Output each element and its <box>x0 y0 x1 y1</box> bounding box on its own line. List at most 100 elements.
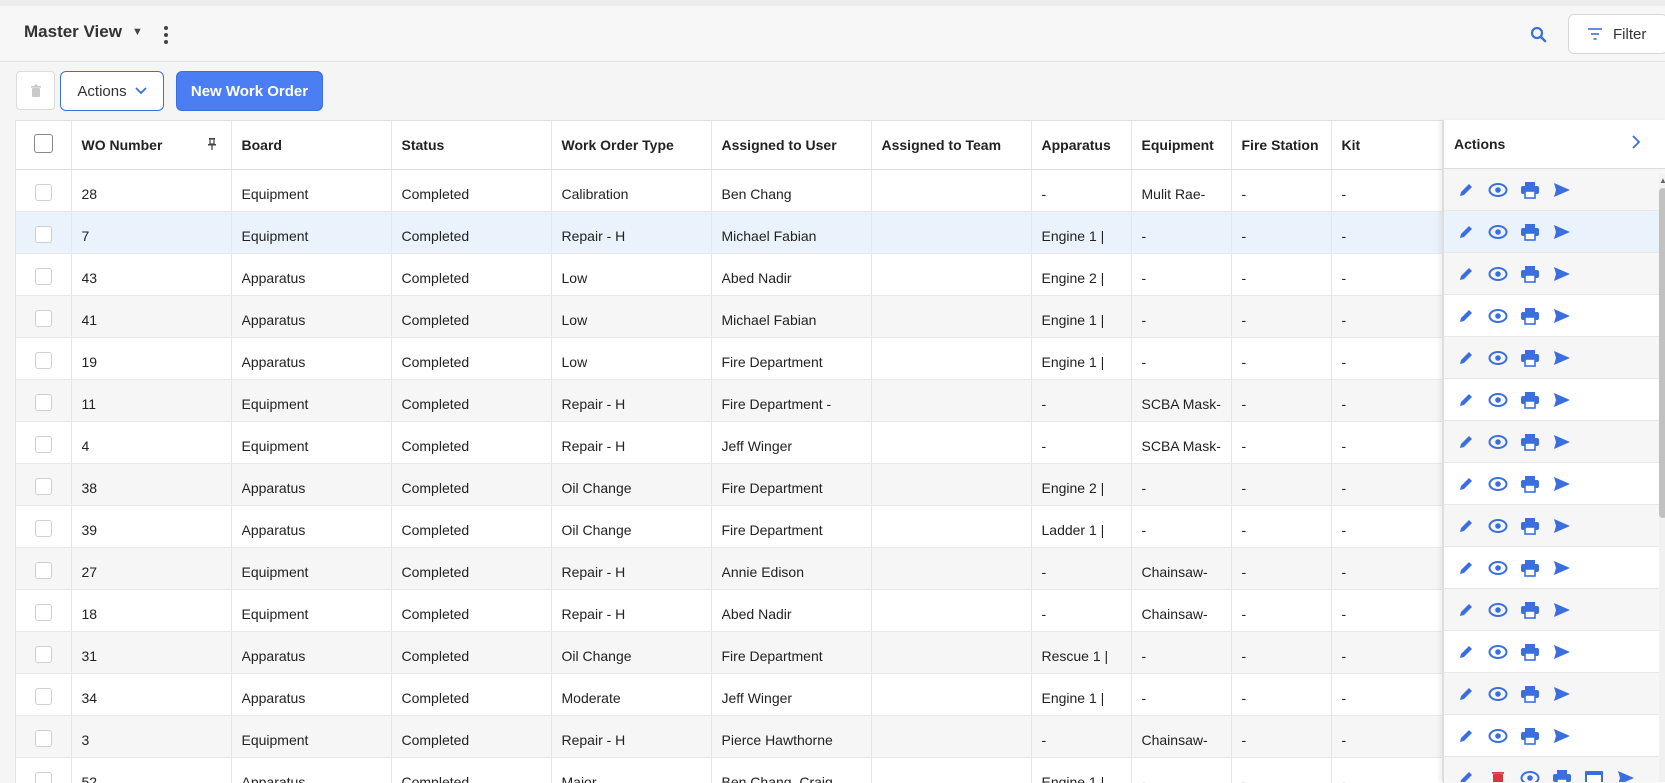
view-icon[interactable] <box>1488 642 1508 662</box>
edit-icon[interactable] <box>1456 306 1476 326</box>
send-icon[interactable] <box>1552 684 1572 704</box>
edit-icon[interactable] <box>1456 684 1476 704</box>
send-icon[interactable] <box>1552 474 1572 494</box>
send-icon[interactable] <box>1552 432 1572 452</box>
column-header-kit[interactable]: Kit <box>1331 121 1443 169</box>
send-icon[interactable] <box>1552 642 1572 662</box>
print-icon[interactable] <box>1520 684 1540 704</box>
chevron-right-icon[interactable] <box>1632 135 1641 152</box>
table-row[interactable]: 39ApparatusCompletedOil ChangeFire Depar… <box>16 505 1443 547</box>
row-checkbox[interactable] <box>35 520 52 537</box>
edit-icon[interactable] <box>1456 516 1476 536</box>
edit-icon[interactable] <box>1456 180 1476 200</box>
row-checkbox[interactable] <box>35 688 52 705</box>
print-icon[interactable] <box>1520 348 1540 368</box>
scrollbar-thumb[interactable] <box>1659 188 1665 518</box>
view-icon[interactable] <box>1488 474 1508 494</box>
view-icon[interactable] <box>1488 726 1508 746</box>
more-options-icon[interactable] <box>158 24 174 46</box>
print-icon[interactable] <box>1520 390 1540 410</box>
column-header-apparatus[interactable]: Apparatus <box>1031 121 1131 169</box>
edit-icon[interactable] <box>1456 264 1476 284</box>
table-row[interactable]: 7EquipmentCompletedRepair - HMichael Fab… <box>16 211 1443 253</box>
send-icon[interactable] <box>1616 768 1636 783</box>
table-row[interactable]: 3EquipmentCompletedRepair - HPierce Hawt… <box>16 715 1443 757</box>
view-icon[interactable] <box>1488 390 1508 410</box>
send-icon[interactable] <box>1552 222 1572 242</box>
table-row[interactable]: 41ApparatusCompletedLowMichael FabianEng… <box>16 295 1443 337</box>
view-icon[interactable] <box>1488 600 1508 620</box>
edit-icon[interactable] <box>1456 726 1476 746</box>
table-row[interactable]: 19ApparatusCompletedLowFire Department A… <box>16 337 1443 379</box>
row-checkbox[interactable] <box>35 352 52 369</box>
edit-icon[interactable] <box>1456 222 1476 242</box>
table-row[interactable]: 28EquipmentCompletedCalibrationBen Chang… <box>16 169 1443 211</box>
view-icon[interactable] <box>1488 180 1508 200</box>
pin-icon[interactable] <box>207 137 217 154</box>
print-icon[interactable] <box>1552 768 1572 783</box>
edit-icon[interactable] <box>1456 558 1476 578</box>
edit-icon[interactable] <box>1456 600 1476 620</box>
view-icon[interactable] <box>1488 516 1508 536</box>
row-checkbox[interactable] <box>35 730 52 747</box>
column-header-status[interactable]: Status <box>391 121 551 169</box>
edit-icon[interactable] <box>1456 642 1476 662</box>
row-checkbox[interactable] <box>35 184 52 201</box>
table-row[interactable]: 38ApparatusCompletedOil ChangeFire Depar… <box>16 463 1443 505</box>
view-icon[interactable] <box>1488 222 1508 242</box>
row-checkbox[interactable] <box>35 562 52 579</box>
row-checkbox[interactable] <box>35 436 52 453</box>
send-icon[interactable] <box>1552 558 1572 578</box>
delete-icon[interactable] <box>1488 768 1508 783</box>
table-row[interactable]: 31ApparatusCompletedOil ChangeFire Depar… <box>16 631 1443 673</box>
edit-icon[interactable] <box>1456 768 1476 783</box>
row-checkbox[interactable] <box>35 772 52 783</box>
print-icon[interactable] <box>1520 726 1540 746</box>
send-icon[interactable] <box>1552 390 1572 410</box>
print-icon[interactable] <box>1520 180 1540 200</box>
print-icon[interactable] <box>1520 222 1540 242</box>
print-icon[interactable] <box>1520 306 1540 326</box>
row-checkbox[interactable] <box>35 478 52 495</box>
new-work-order-button[interactable]: New Work Order <box>176 71 323 111</box>
view-icon[interactable] <box>1488 348 1508 368</box>
row-checkbox[interactable] <box>35 268 52 285</box>
column-header-fire-station[interactable]: Fire Station <box>1231 121 1331 169</box>
edit-icon[interactable] <box>1456 348 1476 368</box>
column-header-wo-number[interactable]: WO Number <box>71 121 231 169</box>
actions-dropdown[interactable]: Actions <box>60 71 164 111</box>
delete-button[interactable] <box>16 71 55 110</box>
print-icon[interactable] <box>1520 432 1540 452</box>
column-header-assigned-team[interactable]: Assigned to Team <box>871 121 1031 169</box>
table-row[interactable]: 27EquipmentCompletedRepair - HAnnie Edis… <box>16 547 1443 589</box>
send-icon[interactable] <box>1552 180 1572 200</box>
print-icon[interactable] <box>1520 642 1540 662</box>
view-icon[interactable] <box>1488 306 1508 326</box>
view-icon[interactable] <box>1488 558 1508 578</box>
send-icon[interactable] <box>1552 306 1572 326</box>
column-header-work-order-type[interactable]: Work Order Type <box>551 121 711 169</box>
edit-icon[interactable] <box>1456 390 1476 410</box>
row-checkbox[interactable] <box>35 394 52 411</box>
edit-icon[interactable] <box>1456 474 1476 494</box>
table-row[interactable]: 18EquipmentCompletedRepair - HAbed Nadir… <box>16 589 1443 631</box>
search-icon[interactable] <box>1527 23 1551 47</box>
view-icon[interactable] <box>1520 768 1540 783</box>
edit-icon[interactable] <box>1456 432 1476 452</box>
table-row[interactable]: 52ApparatusCompletedMajorBen Chang, Crai… <box>16 757 1443 783</box>
table-row[interactable]: 4EquipmentCompletedRepair - HJeff Winger… <box>16 421 1443 463</box>
column-header-board[interactable]: Board <box>231 121 391 169</box>
view-icon[interactable] <box>1488 264 1508 284</box>
filter-button[interactable]: Filter <box>1568 14 1665 54</box>
table-row[interactable]: 43ApparatusCompletedLowAbed NadirEngine … <box>16 253 1443 295</box>
view-selector[interactable]: Master View ▼ <box>24 22 143 42</box>
table-row[interactable]: 34ApparatusCompletedModerateJeff WingerE… <box>16 673 1443 715</box>
send-icon[interactable] <box>1552 726 1572 746</box>
row-checkbox[interactable] <box>35 226 52 243</box>
table-row[interactable]: 11EquipmentCompletedRepair - HFire Depar… <box>16 379 1443 421</box>
row-checkbox[interactable] <box>35 604 52 621</box>
print-icon[interactable] <box>1520 558 1540 578</box>
column-header-equipment[interactable]: Equipment <box>1131 121 1231 169</box>
send-icon[interactable] <box>1552 348 1572 368</box>
view-icon[interactable] <box>1488 684 1508 704</box>
